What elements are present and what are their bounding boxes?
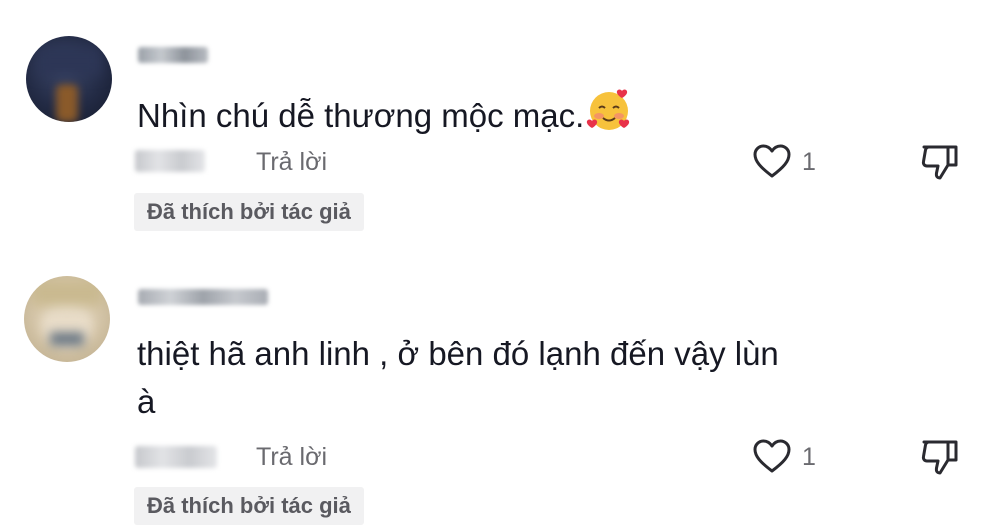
comment-text: thiệt hã anh linh , ở bên đó lạnh đến vậ… bbox=[137, 335, 779, 420]
thumbs-down-icon[interactable] bbox=[918, 435, 962, 479]
comment-item: thiệt hã anh linh , ở bên đó lạnh đến vậ… bbox=[0, 250, 1000, 525]
comment-text: Nhìn chú dễ thương mộc mạc. bbox=[137, 87, 632, 140]
heart-outline-icon[interactable] bbox=[752, 142, 792, 182]
like-count: 1 bbox=[802, 148, 816, 176]
smiling-face-with-hearts-icon bbox=[587, 89, 630, 130]
heart-outline-icon[interactable] bbox=[752, 437, 792, 477]
username-redacted bbox=[138, 47, 208, 63]
username-redacted bbox=[138, 289, 268, 305]
liked-by-author-badge: Đã thích bởi tác giả bbox=[134, 193, 364, 231]
reply-button[interactable]: Trả lời bbox=[256, 148, 327, 177]
reply-button[interactable]: Trả lời bbox=[256, 443, 327, 472]
liked-by-author-badge: Đã thích bởi tác giả bbox=[134, 487, 364, 525]
timestamp-redacted bbox=[135, 150, 205, 172]
comment-item: Nhìn chú dễ thương mộc mạc. Trả lời 1 Đã… bbox=[0, 0, 1000, 250]
timestamp-redacted bbox=[135, 446, 217, 468]
thumbs-down-icon[interactable] bbox=[918, 140, 962, 184]
like-count: 1 bbox=[802, 443, 816, 471]
avatar[interactable] bbox=[24, 276, 110, 362]
avatar[interactable] bbox=[26, 36, 112, 122]
